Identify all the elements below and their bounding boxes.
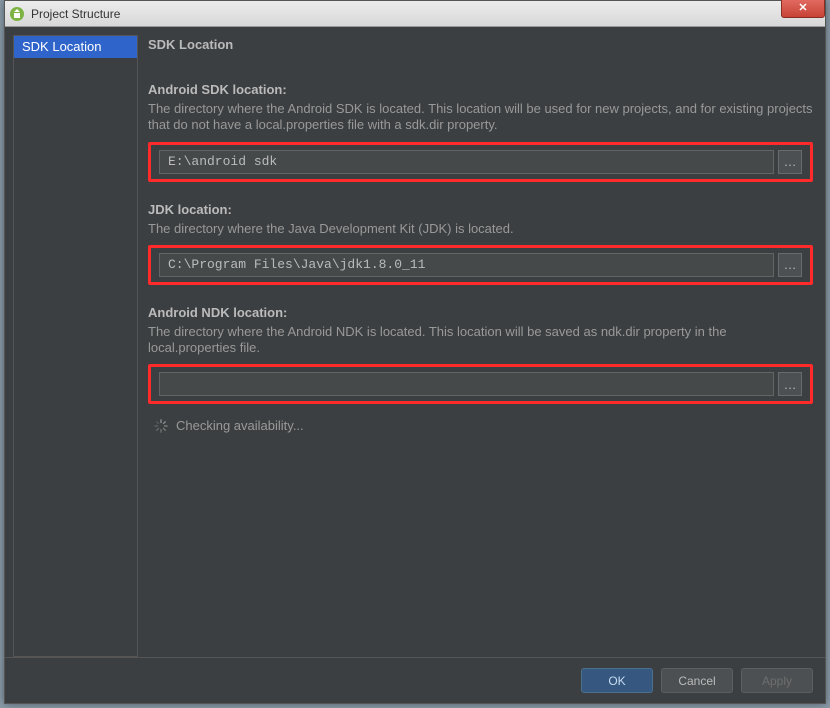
page-title: SDK Location bbox=[148, 37, 813, 52]
jdk-path-input[interactable] bbox=[159, 253, 774, 277]
spinner-icon bbox=[154, 419, 168, 433]
sdk-desc: The directory where the Android SDK is l… bbox=[148, 101, 813, 134]
sidebar: SDK Location bbox=[13, 35, 138, 657]
app-icon bbox=[9, 6, 25, 22]
ndk-browse-button[interactable]: … bbox=[778, 372, 802, 396]
sidebar-item-sdk-location[interactable]: SDK Location bbox=[14, 36, 137, 58]
apply-button[interactable]: Apply bbox=[741, 668, 813, 693]
footer: OK Cancel Apply bbox=[5, 657, 825, 703]
content-area: SDK Location SDK Location Android SDK lo… bbox=[5, 27, 825, 657]
ndk-desc: The directory where the Android NDK is l… bbox=[148, 324, 813, 357]
ok-button[interactable]: OK bbox=[581, 668, 653, 693]
status-row: Checking availability... bbox=[148, 418, 813, 433]
cancel-button[interactable]: Cancel bbox=[661, 668, 733, 693]
close-button[interactable]: ✕ bbox=[781, 0, 825, 18]
jdk-label: JDK location: bbox=[148, 202, 813, 217]
ellipsis-icon: … bbox=[784, 154, 797, 169]
ellipsis-icon: … bbox=[784, 257, 797, 272]
jdk-desc: The directory where the Java Development… bbox=[148, 221, 813, 237]
sdk-browse-button[interactable]: … bbox=[778, 150, 802, 174]
sdk-path-row: … bbox=[148, 142, 813, 182]
jdk-path-row: … bbox=[148, 245, 813, 285]
ndk-path-input[interactable] bbox=[159, 372, 774, 396]
jdk-browse-button[interactable]: … bbox=[778, 253, 802, 277]
close-icon: ✕ bbox=[798, 1, 807, 14]
sdk-label: Android SDK location: bbox=[148, 82, 813, 97]
ndk-label: Android NDK location: bbox=[148, 305, 813, 320]
project-structure-window: Project Structure ✕ SDK Location SDK Loc… bbox=[4, 0, 826, 704]
sidebar-item-label: SDK Location bbox=[22, 39, 102, 54]
titlebar: Project Structure ✕ bbox=[5, 1, 825, 27]
ndk-path-row: … bbox=[148, 364, 813, 404]
main-panel: SDK Location Android SDK location: The d… bbox=[148, 35, 817, 657]
window-title: Project Structure bbox=[31, 7, 120, 21]
sdk-path-input[interactable] bbox=[159, 150, 774, 174]
status-text: Checking availability... bbox=[176, 418, 304, 433]
ellipsis-icon: … bbox=[784, 377, 797, 392]
